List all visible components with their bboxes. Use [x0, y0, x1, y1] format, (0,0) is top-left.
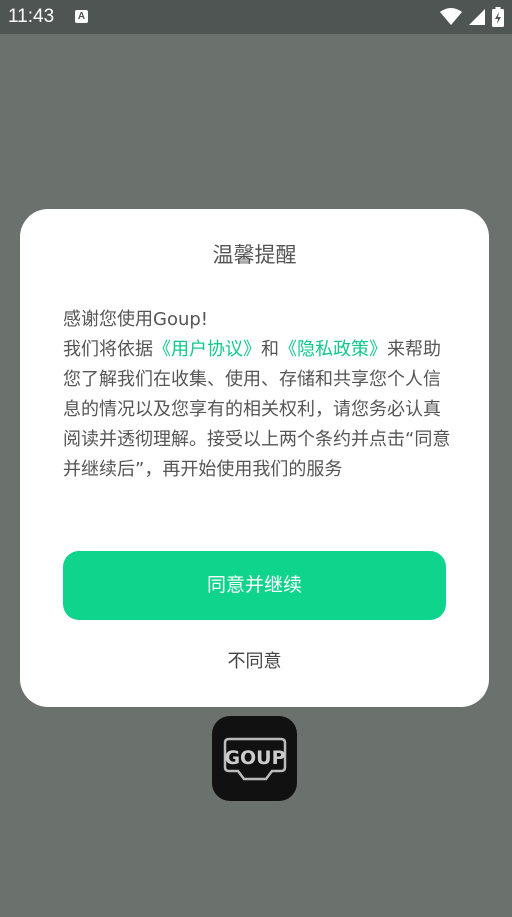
status-icons [440, 7, 504, 27]
status-bar: 11:43 A [0, 0, 512, 34]
battery-charging-icon [492, 7, 504, 27]
agree-continue-button[interactable]: 同意并继续 [63, 551, 446, 620]
agreement-text: 我们将依据《用户协议》和《隐私政策》来帮助您了解我们在收集、使用、存储和共享您个… [63, 335, 455, 485]
wifi-icon [440, 8, 462, 25]
body-prefix: 我们将依据 [63, 339, 153, 360]
user-agreement-link[interactable]: 《用户协议》 [153, 339, 261, 360]
logo-text: GOUP [224, 747, 285, 769]
body-suffix: 来帮助您了解我们在收集、使用、存储和共享您个人信息的情况以及您享有的相关权利，请… [63, 339, 451, 480]
disagree-button[interactable]: 不同意 [20, 647, 489, 673]
app-logo: GOUP [212, 716, 297, 801]
dialog-title: 温馨提醒 [212, 243, 297, 267]
conjunction-text: 和 [261, 339, 279, 360]
a-icon: A [75, 10, 88, 23]
privacy-dialog: 温馨提醒 感谢您使用Goup! 我们将依据《用户协议》和《隐私政策》来帮助您了解… [20, 209, 489, 707]
dialog-body: 感谢您使用Goup! 我们将依据《用户协议》和《隐私政策》来帮助您了解我们在收集… [63, 305, 455, 485]
status-time: 11:43 [8, 6, 55, 27]
goup-logo-icon: GOUP [223, 737, 286, 780]
greeting-text: 感谢您使用Goup! [63, 309, 209, 330]
signal-icon [469, 9, 485, 25]
privacy-policy-link[interactable]: 《隐私政策》 [279, 339, 387, 360]
